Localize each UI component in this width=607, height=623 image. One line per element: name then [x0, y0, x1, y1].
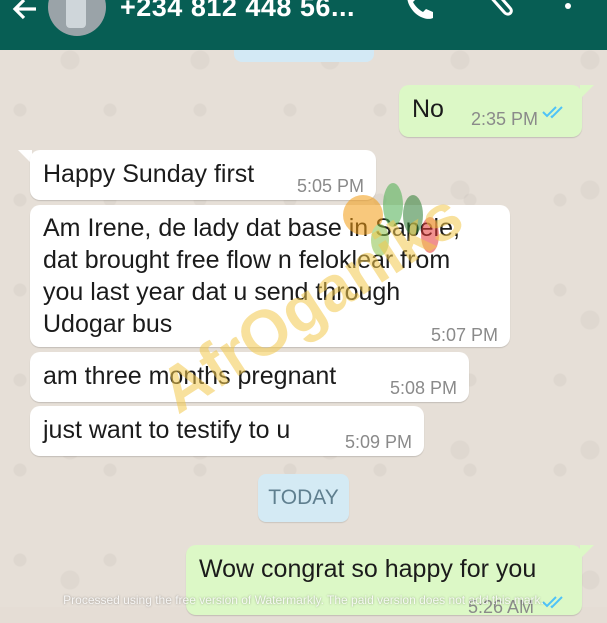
message-incoming[interactable]: just want to testify to u 5:09 PM [30, 406, 424, 456]
date-chip-partial [234, 50, 374, 62]
message-text: Wow congrat so happy for you [199, 555, 537, 583]
watermark-processing-note: Processed using the free version of Wate… [63, 593, 544, 607]
message-time: 2:35 PM [470, 109, 538, 129]
message-text: just want to testify to u [43, 416, 291, 444]
message-time: 5:05 PM [296, 176, 364, 196]
message-text: Am Irene, de lady dat base in Sapele, da… [43, 214, 460, 338]
message-time: 5:09 PM [344, 432, 412, 452]
more-vertical-icon[interactable] [560, 0, 576, 21]
message-text: Happy Sunday first [43, 160, 255, 188]
chat-header: +234 812 448 56... [0, 0, 607, 50]
bubble-tail [580, 85, 594, 99]
message-time: 5:07 PM [430, 325, 498, 345]
contact-name[interactable]: +234 812 448 56... [120, 0, 355, 23]
contact-avatar[interactable] [48, 0, 106, 36]
double-check-icon [542, 106, 563, 119]
message-text: am three months pregnant [43, 362, 337, 390]
phone-icon[interactable] [402, 0, 436, 27]
message-incoming[interactable]: am three months pregnant 5:08 PM [30, 352, 469, 402]
paperclip-icon[interactable] [484, 0, 518, 27]
message-time: 5:08 PM [389, 378, 457, 398]
message-incoming[interactable]: Am Irene, de lady dat base in Sapele, da… [30, 205, 510, 347]
message-outgoing[interactable]: No 2:35 PM [399, 85, 582, 137]
date-divider: TODAY [258, 474, 349, 522]
message-text: No [412, 95, 444, 123]
bubble-tail [580, 545, 594, 559]
message-incoming[interactable]: Happy Sunday first 5:05 PM [30, 150, 376, 200]
arrow-left-icon[interactable] [10, 0, 40, 29]
